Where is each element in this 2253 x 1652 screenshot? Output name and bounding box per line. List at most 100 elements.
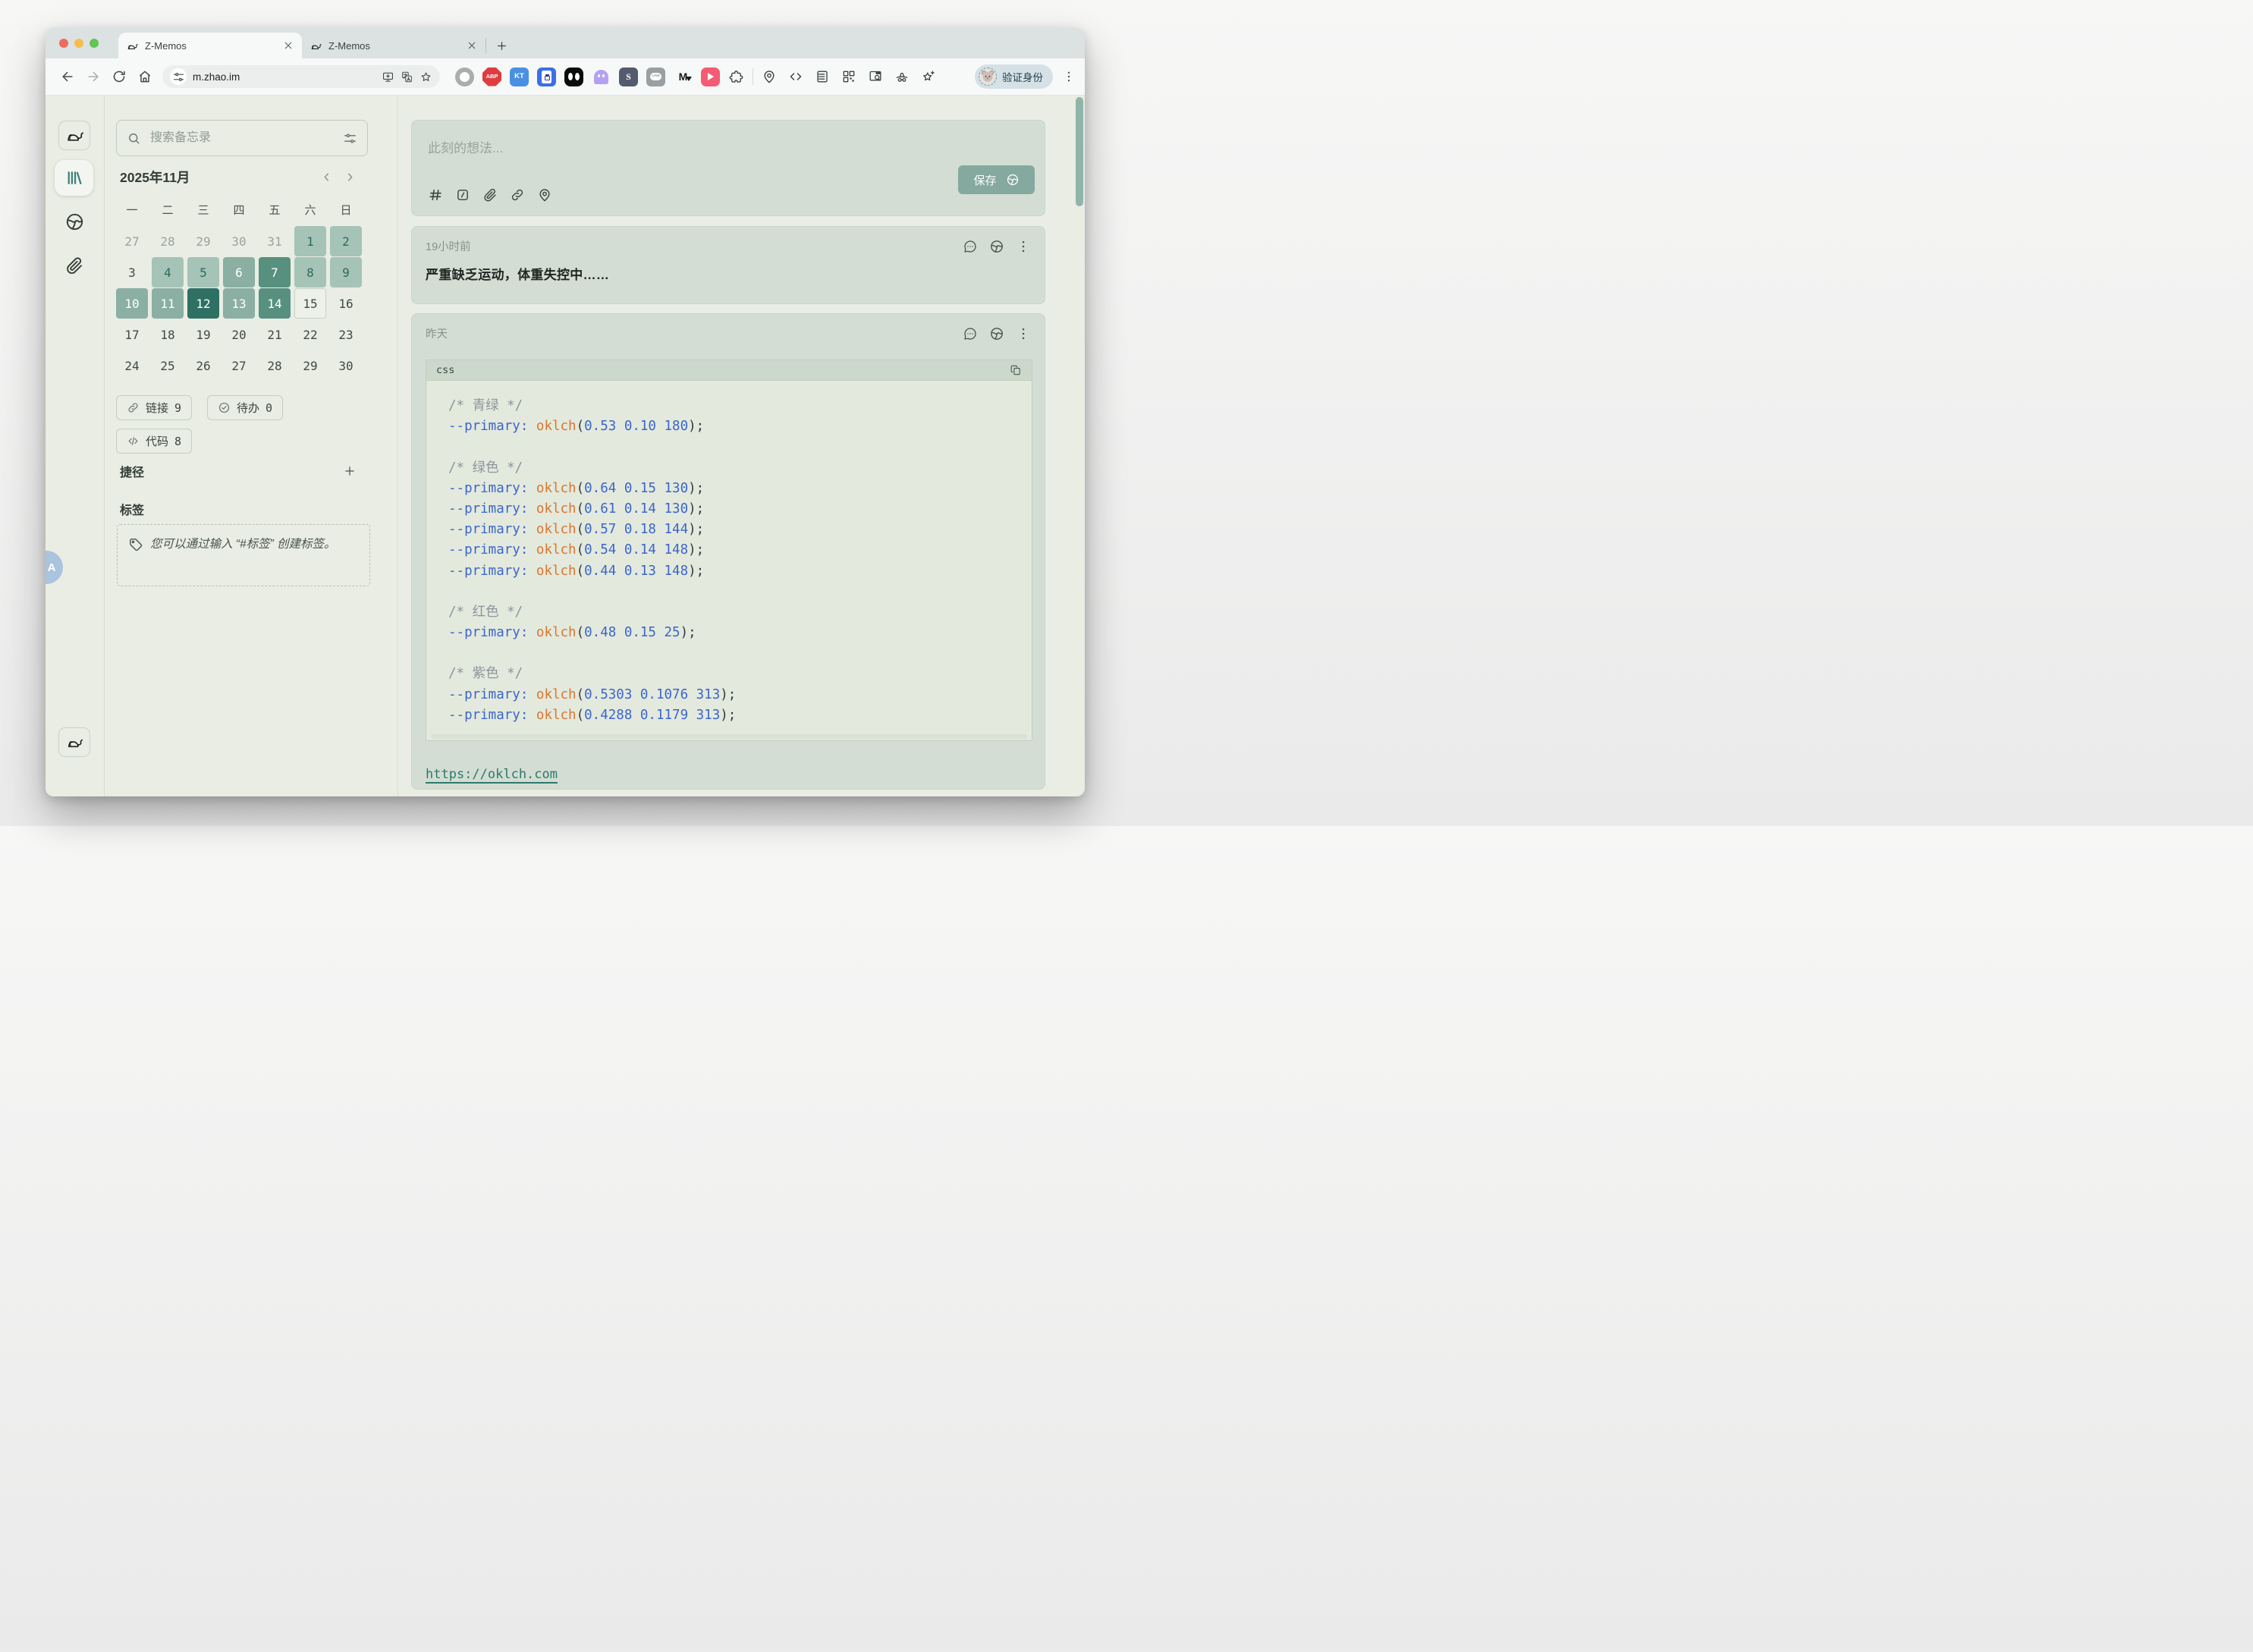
hashtag-icon[interactable] [428,187,443,203]
incognito-icon[interactable] [894,69,910,84]
calendar-day[interactable]: 19 [187,319,219,350]
tab-zmemos-inactive[interactable]: Z-Memos [302,33,485,58]
calendar-day[interactable]: 25 [152,350,184,381]
address-bar[interactable]: m.zhao.im [162,65,440,88]
calendar-next-icon[interactable] [344,171,357,184]
calendar-day[interactable]: 26 [187,350,219,381]
calendar-day[interactable]: 2 [330,226,362,256]
calendar-day[interactable]: 28 [152,226,184,256]
app-logo-button[interactable] [58,121,90,150]
profile-mouse-button[interactable] [58,727,90,757]
calendar-prev-icon[interactable] [320,171,333,184]
calendar-day[interactable]: 29 [294,350,326,381]
extension-sletter-icon[interactable]: S [619,68,638,86]
close-window-button[interactable] [59,39,68,48]
library-nav-active[interactable] [55,160,93,196]
memo-link[interactable]: https://oklch.com [426,767,558,782]
calendar-day[interactable]: 30 [223,226,255,256]
calendar-day[interactable]: 4 [152,257,184,287]
search-input[interactable] [149,130,335,146]
calendar-day[interactable]: 6 [223,257,255,287]
extension-md-icon[interactable]: M [674,68,693,86]
tab-zmemos-active[interactable]: Z-Memos [118,33,302,58]
memo-menu-icon[interactable] [1016,239,1031,254]
star-sparkle-icon[interactable] [921,69,936,84]
extension-line-icon[interactable]: LINE [646,68,665,86]
calendar-day[interactable]: 7 [259,257,291,287]
calendar-day[interactable]: 8 [294,257,326,287]
minimize-window-button[interactable] [74,39,83,48]
search-filter-icon[interactable] [343,131,357,146]
editor-placeholder[interactable]: 此刻的想法... [428,137,503,156]
calendar-day[interactable]: 24 [116,350,148,381]
calendar-day[interactable]: 22 [294,319,326,350]
extension-eyes-icon[interactable] [564,68,583,86]
location-pin-icon[interactable] [762,69,777,84]
profile-chip[interactable]: 验证身份 [975,64,1053,89]
links-stat-chip[interactable]: 链接 9 [116,395,192,420]
calendar-day[interactable]: 9 [330,257,362,287]
calendar-day[interactable]: 21 [259,319,291,350]
calendar-day[interactable]: 18 [152,319,184,350]
tab-close-icon[interactable] [282,39,294,52]
extension-abp-icon[interactable]: ABP [482,68,501,86]
install-app-icon[interactable] [382,71,394,83]
reading-list-icon[interactable] [815,69,830,84]
extension-kt-icon[interactable]: KT [510,68,529,86]
extension-lock-icon[interactable] [537,68,556,86]
forward-button[interactable] [86,69,101,84]
calendar-day[interactable]: 14 [259,288,291,319]
calendar-day[interactable]: 1 [294,226,326,256]
calendar-day[interactable]: 20 [223,319,255,350]
calendar-day[interactable]: 12 [187,288,219,319]
memo-menu-icon[interactable] [1016,326,1031,341]
attachments-button[interactable] [64,256,84,275]
tab-close-icon[interactable] [466,39,478,52]
site-settings-icon[interactable] [170,68,187,85]
calendar-day[interactable]: 15 [294,288,326,319]
calendar-day[interactable]: 11 [152,288,184,319]
new-tab-button[interactable] [495,39,508,52]
code-stat-chip[interactable]: 代码 8 [116,429,192,454]
calendar-day[interactable]: 30 [330,350,362,381]
zoom-window-button[interactable] [90,39,99,48]
location-icon[interactable] [537,187,552,203]
calendar-day[interactable]: 16 [330,288,362,319]
extensions-puzzle-icon[interactable] [728,69,744,85]
extension-video-icon[interactable] [701,68,720,86]
translate-icon[interactable] [401,71,413,83]
add-shortcut-button[interactable] [343,464,357,478]
calendar-day[interactable]: 23 [330,319,362,350]
extension-ghost-icon[interactable] [592,68,611,86]
calendar-day[interactable]: 27 [223,350,255,381]
back-button[interactable] [60,69,75,84]
calendar-day[interactable]: 29 [187,226,219,256]
url-text[interactable]: m.zhao.im [193,71,376,83]
insert-link-icon[interactable] [510,187,525,203]
reload-button[interactable] [112,69,127,84]
browser-menu-icon[interactable] [1062,70,1076,83]
home-button[interactable] [137,69,152,84]
copy-code-icon[interactable] [1010,364,1022,376]
comment-icon[interactable] [963,239,978,254]
explore-globe-button[interactable] [64,212,85,232]
calendar-day[interactable]: 13 [223,288,255,319]
visibility-globe-icon[interactable] [989,326,1004,341]
todos-stat-chip[interactable]: 待办 0 [207,395,283,420]
page-scrollbar-thumb[interactable] [1076,97,1083,206]
code-brackets-icon[interactable] [788,69,803,84]
memo-editor-card[interactable]: 此刻的想法... 保存 [411,120,1045,216]
search-box[interactable] [116,120,368,156]
calendar-day[interactable]: 10 [116,288,148,319]
todo-box-icon[interactable] [455,187,470,203]
qr-code-icon[interactable] [841,69,856,84]
save-button[interactable]: 保存 [958,165,1035,194]
visibility-globe-icon[interactable] [989,239,1004,254]
attach-icon[interactable] [482,187,498,203]
calendar-day[interactable]: 17 [116,319,148,350]
calendar-day[interactable]: 3 [116,257,148,287]
calendar-day[interactable]: 5 [187,257,219,287]
bookmark-star-icon[interactable] [419,71,432,83]
comment-icon[interactable] [963,326,978,341]
calendar-day[interactable]: 27 [116,226,148,256]
